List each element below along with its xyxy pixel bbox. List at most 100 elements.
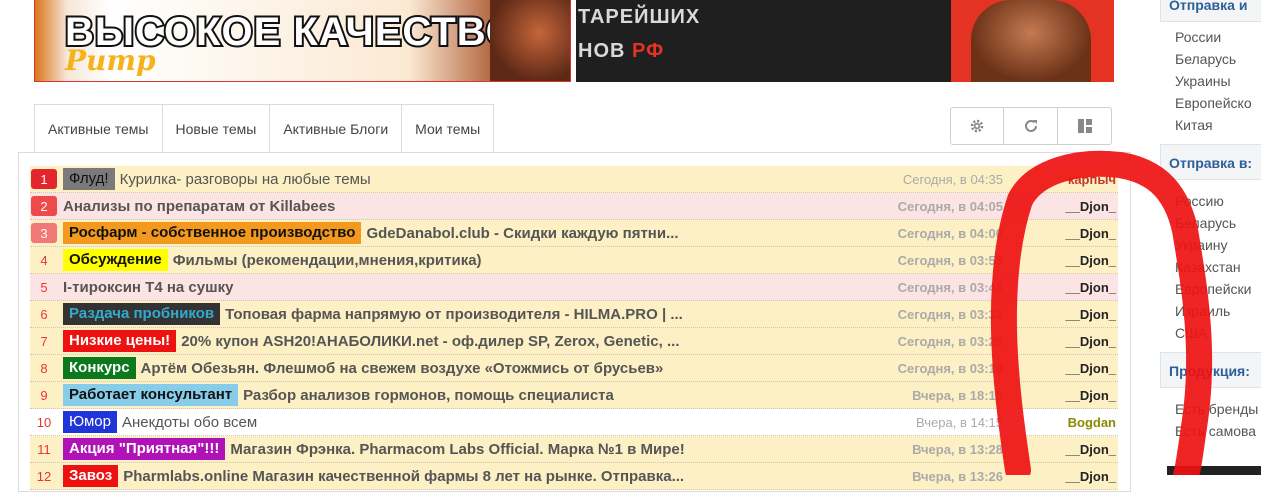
topic-prefix-badge[interactable]: Росфарм - собственное производство xyxy=(63,222,362,244)
topic-prefix-badge[interactable]: Флуд! xyxy=(63,168,115,190)
sidebar-item[interactable]: Европейско xyxy=(1175,92,1252,114)
topic-rank: 4 xyxy=(40,252,48,268)
banner-image xyxy=(490,0,570,81)
topic-last-poster[interactable]: __Djon_ xyxy=(1065,280,1116,295)
topic-last-post-time: Вчера, в 18:15 xyxy=(912,387,1003,403)
topic-title-link[interactable]: Магазин Фрэнка. Pharmacom Labs Official.… xyxy=(230,441,793,458)
layout-icon xyxy=(1077,119,1092,133)
topic-rank: 10 xyxy=(36,414,52,430)
tab-active-blogs[interactable]: Активные Блоги xyxy=(270,104,403,152)
sidebar-item[interactable]: Израиль xyxy=(1175,300,1251,322)
gear-icon xyxy=(970,119,984,133)
topic-prefix-badge[interactable]: Обсуждение xyxy=(63,249,168,271)
topic-row[interactable]: 1 Флуд! Курилка- разговоры на любые темы Се… xyxy=(30,166,1118,193)
banner-text-line1: ТАРЕЙШИХ xyxy=(578,6,701,28)
topic-row[interactable]: 12 Завоз Pharmlabs.online Магазин качестве… xyxy=(30,463,1118,490)
topic-rank: 5 xyxy=(40,279,48,295)
sidebar-item[interactable]: Россию xyxy=(1175,190,1251,212)
topic-row[interactable]: 7 Низкие цены! 20% купон ASH20!АНАБОЛИКИ.n… xyxy=(30,328,1118,355)
topic-rank: 3 xyxy=(31,223,57,243)
topic-last-post-time: Сегодня, в 04:35 xyxy=(902,171,1003,187)
tab-my-topics[interactable]: Мои темы xyxy=(402,104,495,152)
topic-row[interactable]: 3 Росфарм - собственное производство GdeDa… xyxy=(30,220,1118,247)
sidebar-item[interactable]: Казахстан xyxy=(1175,256,1251,278)
tab-new-topics[interactable]: Новые темы xyxy=(162,104,271,152)
topic-row[interactable]: 4 Обсуждение Фильмы (рекомендации,мнения,к… xyxy=(30,247,1118,274)
topic-prefix-badge[interactable]: Работает консультант xyxy=(63,384,239,406)
topic-last-poster[interactable]: __Djon_ xyxy=(1065,469,1116,484)
topic-prefix-badge[interactable]: Конкурс xyxy=(63,357,136,379)
topic-last-poster[interactable]: __Djon_ xyxy=(1065,388,1116,403)
topic-last-poster[interactable]: __Djon_ xyxy=(1065,334,1116,349)
sidebar-item[interactable]: Есть бренды xyxy=(1175,398,1258,420)
right-sidebar: Отправка и России Беларусь Украины Европейс… xyxy=(1159,0,1261,475)
topic-last-post-time: Сегодня, в 03:28 xyxy=(897,333,1003,349)
topic-prefix-badge[interactable]: Завоз xyxy=(63,465,119,487)
topic-row[interactable]: 9 Работает консультант Разбор анализов гор… xyxy=(30,382,1118,409)
topic-last-post-time: Вчера, в 14:15 xyxy=(916,414,1003,430)
topic-tabs: Активные темы Новые темы Активные Блоги … xyxy=(34,104,495,152)
sidebar-heading-shipping-from: Отправка и xyxy=(1160,0,1261,22)
topic-title-link[interactable]: Pharmlabs.online Магазин качественной фа… xyxy=(123,468,793,485)
topic-last-post-time: Сегодня, в 04:00 xyxy=(897,225,1003,241)
topic-last-poster[interactable]: __Djon_ xyxy=(1065,442,1116,457)
topic-title-link[interactable]: Фильмы (рекомендации,мнения,критика) xyxy=(173,252,793,269)
topic-last-post-time: Вчера, в 13:26 xyxy=(912,468,1003,484)
topic-list: 1 Флуд! Курилка- разговоры на любые темы Се… xyxy=(30,166,1118,490)
topic-last-poster[interactable]: __Djon_ xyxy=(1065,199,1116,214)
topic-row[interactable]: 8 Конкурс Артём Обезьян. Флешмоб на свежем… xyxy=(30,355,1118,382)
topic-title-link[interactable]: Топовая фарма напрямую от производителя … xyxy=(225,306,793,323)
ad-banner-right[interactable]: ТАРЕЙШИХ НОВ РФ xyxy=(576,0,1114,82)
topic-prefix-badge[interactable]: Раздача пробников xyxy=(63,303,221,325)
topic-last-post-time: Сегодня, в 03:18 xyxy=(897,360,1003,376)
topic-last-poster[interactable]: Bogdan xyxy=(1068,415,1116,430)
topic-prefix-badge[interactable]: Низкие цены! xyxy=(63,330,177,352)
topic-last-poster[interactable]: __Djon_ xyxy=(1065,253,1116,268)
sidebar-image xyxy=(1167,466,1261,475)
topic-title-link[interactable]: Разбор анализов гормонов, помощь специал… xyxy=(243,387,793,404)
sidebar-item[interactable]: России xyxy=(1175,26,1252,48)
sidebar-item[interactable]: Украину xyxy=(1175,234,1251,256)
topic-last-poster[interactable]: __Djon_ xyxy=(1065,226,1116,241)
topic-title-link[interactable]: GdeDanabol.club - Скидки каждую пятни... xyxy=(366,225,793,242)
topic-row[interactable]: 2 Анализы по препаратам от Killabees Сегод… xyxy=(30,193,1118,220)
ad-banner-left[interactable]: Pump ВЫСОКОЕ КАЧЕСТВО xyxy=(34,0,571,82)
sidebar-item[interactable]: США xyxy=(1175,322,1251,344)
topic-rank: 9 xyxy=(40,387,48,403)
topic-title-link[interactable]: Анекдоты обо всем xyxy=(122,414,793,431)
topic-row[interactable]: 10 Юмор Анекдоты обо всем Вчера, в 14:15 Bog… xyxy=(30,409,1118,436)
topic-last-post-time: Сегодня, в 03:53 xyxy=(897,252,1003,268)
topic-last-poster[interactable]: карпыч xyxy=(1068,172,1116,187)
sidebar-item[interactable]: Китая xyxy=(1175,114,1252,136)
topic-row[interactable]: 6 Раздача пробников Топовая фарма напрямую… xyxy=(30,301,1118,328)
topic-rank: 6 xyxy=(40,306,48,322)
toolbar xyxy=(950,107,1112,145)
topic-title-link[interactable]: I-тироксин Т4 на сушку xyxy=(63,279,793,296)
topic-rank: 11 xyxy=(37,441,51,457)
sidebar-item[interactable]: Европейски xyxy=(1175,278,1251,300)
topic-row[interactable]: 11 Акция "Приятная"!!! Магазин Фрэнка. Pha… xyxy=(30,436,1118,463)
topic-title-link[interactable]: Анализы по препаратам от Killabees xyxy=(63,198,793,215)
sidebar-item[interactable]: Беларусь xyxy=(1175,48,1252,70)
topic-last-poster[interactable]: __Djon_ xyxy=(1065,307,1116,322)
topic-last-poster[interactable]: __Djon_ xyxy=(1065,361,1116,376)
topic-row[interactable]: 5 I-тироксин Т4 на сушку Сегодня, в 03:48 _… xyxy=(30,274,1118,301)
topic-title-link[interactable]: 20% купон ASH20!АНАБОЛИКИ.net - оф.дилер… xyxy=(181,333,793,350)
sidebar-item[interactable]: Есть самова xyxy=(1175,420,1258,442)
topic-title-link[interactable]: Артём Обезьян. Флешмоб на свежем воздухе… xyxy=(141,360,793,377)
topic-title-link[interactable]: Курилка- разговоры на любые темы xyxy=(120,171,793,188)
sidebar-item[interactable]: Беларусь xyxy=(1175,212,1251,234)
refresh-button[interactable] xyxy=(1004,107,1058,145)
settings-button[interactable] xyxy=(950,107,1004,145)
topic-last-post-time: Вчера, в 13:28 xyxy=(912,441,1003,457)
topic-last-post-time: Сегодня, в 04:05 xyxy=(897,198,1003,214)
layout-button[interactable] xyxy=(1058,107,1112,145)
topic-prefix-badge[interactable]: Акция "Приятная"!!! xyxy=(63,438,226,460)
sidebar-list-products: Есть бренды Есть самова xyxy=(1175,398,1258,442)
topic-prefix-badge[interactable]: Юмор xyxy=(63,411,117,433)
topic-rank: 8 xyxy=(40,360,48,376)
sidebar-item[interactable]: Украины xyxy=(1175,70,1252,92)
banner-text-line2: НОВ РФ xyxy=(578,40,664,63)
topic-rank: 7 xyxy=(40,333,48,349)
tab-active-topics[interactable]: Активные темы xyxy=(34,104,163,152)
